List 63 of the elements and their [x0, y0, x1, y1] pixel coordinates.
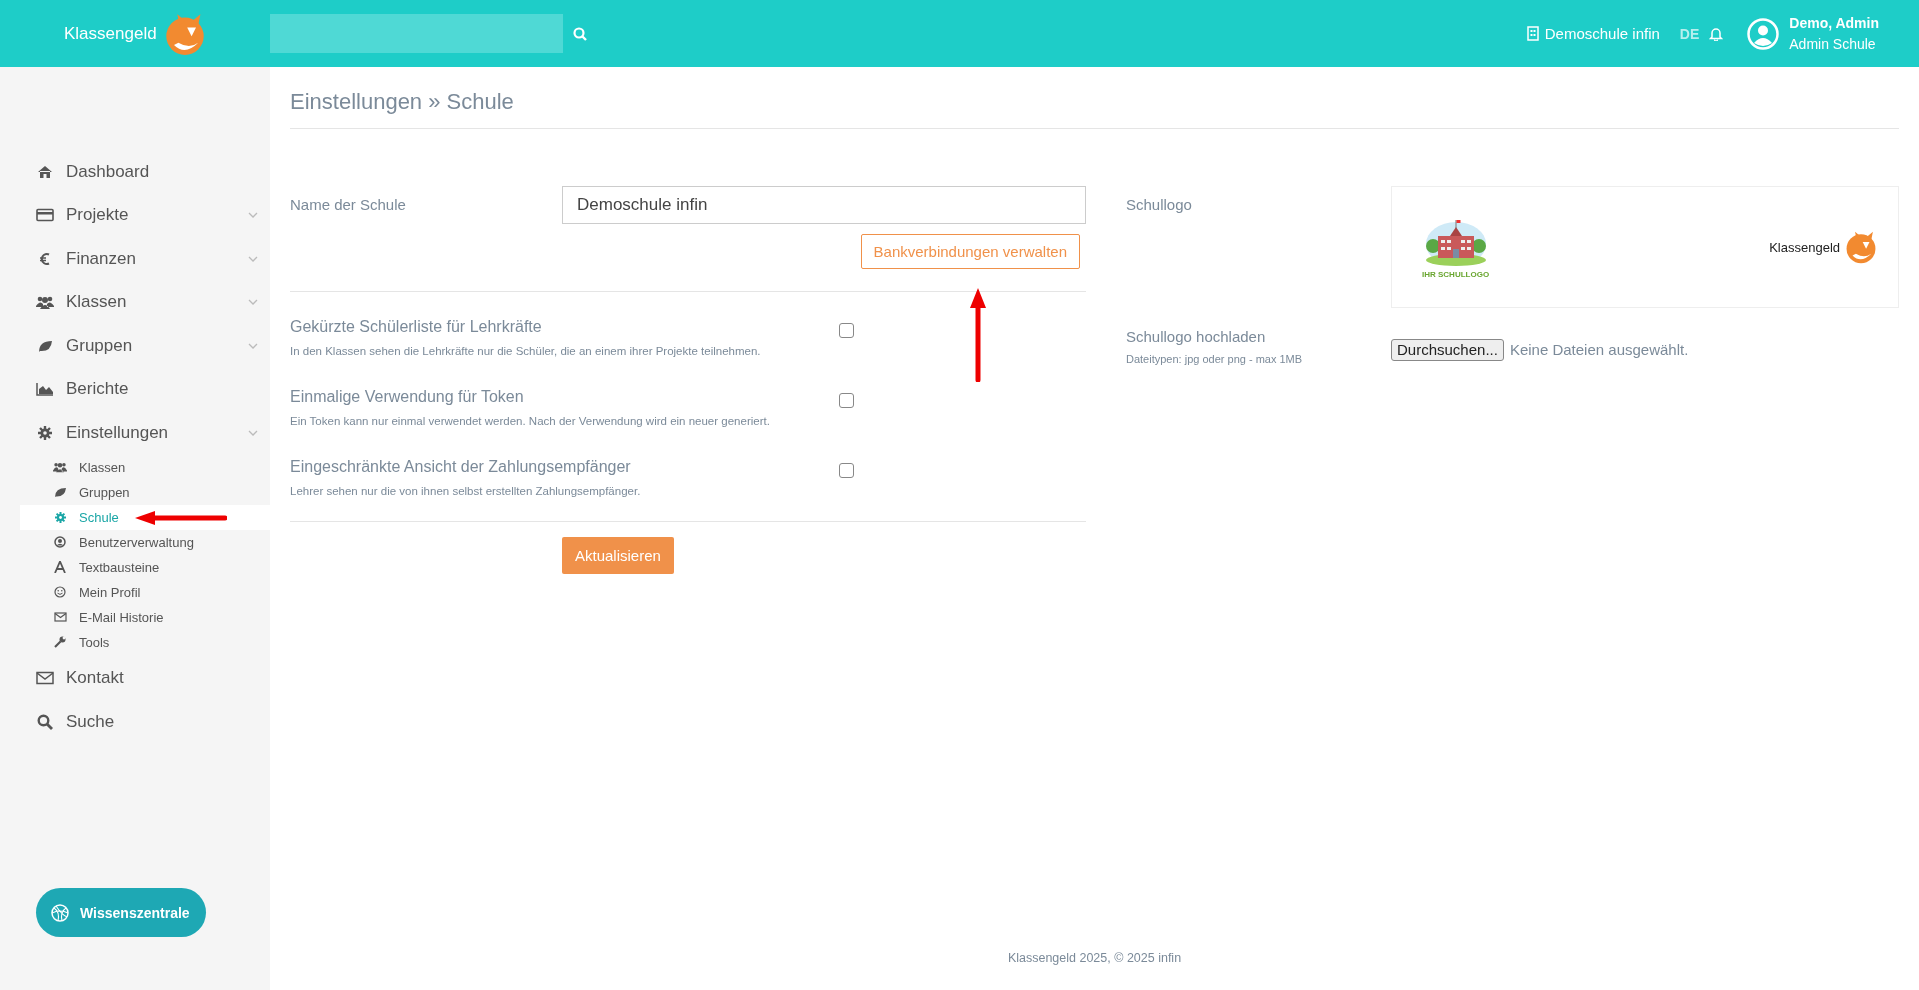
sidebar-subitem[interactable]: Mein Profil: [20, 579, 270, 605]
sidebar-subitem[interactable]: E-Mail Historie: [20, 604, 270, 630]
sidebar-item[interactable]: Kontakt: [0, 656, 270, 700]
checkbox[interactable]: [839, 323, 854, 338]
leaf-icon: [53, 486, 67, 498]
option-description: Lehrer sehen nur die von ihnen selbst erstellten Zahlungsempfänger.: [290, 485, 642, 497]
search-field[interactable]: [270, 14, 563, 53]
sidebar-item[interactable]: Suche: [0, 700, 270, 744]
user-circle-icon: [54, 536, 66, 548]
option-label: Gekürzte Schülerliste für Lehrkräfte: [290, 318, 543, 336]
sidebar-item[interactable]: Klassen: [0, 280, 270, 324]
fox-logo-icon: [1844, 230, 1878, 264]
sidebar-item[interactable]: Berichte: [0, 367, 270, 411]
bell-icon: [1709, 26, 1724, 41]
sidebar-item[interactable]: Finanzen: [0, 237, 270, 281]
brand-name: Klassengeld: [64, 23, 157, 44]
checkbox[interactable]: [839, 393, 854, 408]
file-status: Keine Dateien ausgewählt.: [1509, 341, 1689, 358]
leaf-icon: [37, 338, 53, 353]
envelope-icon: [53, 612, 67, 622]
gear-icon: [54, 511, 66, 523]
footer-text: Klassengeld 2025, © 2025 infin: [1006, 951, 1183, 967]
brand-name: Klassengeld: [1769, 239, 1840, 255]
sidebar-subitem[interactable]: Benutzerverwaltung: [20, 529, 270, 555]
logo-caption: IHR SCHULLOGO: [1422, 269, 1490, 279]
search-icon: [573, 26, 587, 41]
gear-icon: [38, 425, 52, 440]
letter-a-icon: [54, 561, 66, 573]
search-icon: [37, 713, 53, 730]
field-label: Schullogo: [1126, 195, 1193, 215]
option-label: Einmalige Verwendung für Token: [290, 388, 525, 406]
option-description: In den Klassen sehen die Lehrkräfte nur die Schüler, die an einem ihrer Projekte teilnehmen.: [290, 345, 762, 357]
users-icon: [36, 295, 54, 310]
euro-icon: [39, 251, 51, 266]
sidebar-item[interactable]: Projekte: [0, 193, 270, 237]
users-icon: [53, 461, 67, 473]
user-role: Admin Schule: [1789, 36, 1877, 52]
globe-icon: [50, 902, 70, 923]
sidebar-item[interactable]: Dashboard: [0, 150, 270, 194]
home-icon: [37, 164, 53, 179]
school-name-field[interactable]: Demoschule infin: [562, 186, 1086, 224]
sidebar-item[interactable]: Gruppen: [0, 324, 270, 368]
option-label: Eingeschränkte Ansicht der Zahlungsempfänger: [290, 458, 632, 476]
smiley-icon: [54, 586, 66, 598]
avatar-icon: [1747, 17, 1780, 50]
page-title: Einstellungen » Schule: [290, 89, 1899, 129]
envelope-icon: [36, 671, 54, 686]
sidebar-subitem[interactable]: Tools: [20, 629, 270, 655]
browse-button[interactable]: Durchsuchen...: [1391, 338, 1504, 361]
sidebar-subitem[interactable]: Gruppen: [20, 479, 270, 505]
field-label: Schullogo hochladen: [1126, 328, 1267, 345]
option-description: Ein Token kann nur einmal verwendet werden. Nach der Verwendung wird ein neuer generiert.: [290, 415, 771, 427]
building-icon: [1526, 26, 1539, 41]
card-icon: [36, 208, 54, 223]
checkbox[interactable]: [839, 463, 854, 478]
sidebar-subitem[interactable]: Klassen: [20, 454, 270, 480]
sidebar-subitem[interactable]: Textbausteine: [20, 554, 270, 580]
sidebar-item[interactable]: Einstellungen: [0, 411, 270, 455]
wrench-icon: [54, 636, 66, 648]
user-name: Demo, Admin: [1789, 15, 1879, 31]
field-hint: Dateitypen: jpg oder png - max 1MB: [1126, 353, 1304, 365]
field-label: Name der Schule: [290, 195, 407, 215]
area-chart-icon: [36, 382, 54, 397]
